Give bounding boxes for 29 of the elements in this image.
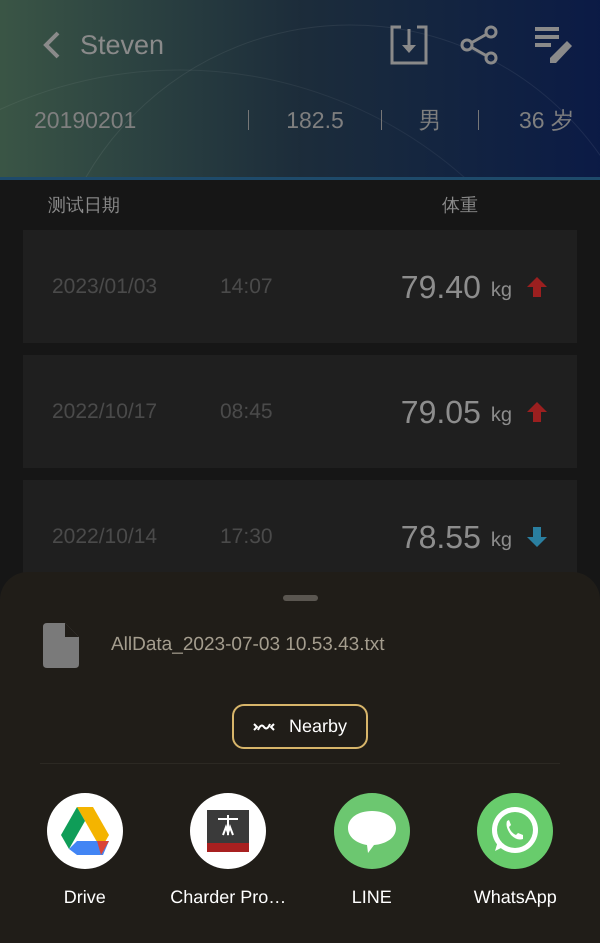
edit-list-icon[interactable] bbox=[534, 25, 574, 65]
drag-handle[interactable] bbox=[282, 595, 318, 601]
scale-app-icon[interactable] bbox=[190, 793, 266, 869]
weight-value: 78.55 bbox=[400, 518, 481, 556]
profile-height: 182.5 bbox=[285, 106, 345, 135]
download-icon[interactable] bbox=[390, 25, 428, 65]
weight-unit: kg bbox=[490, 528, 512, 552]
share-icon[interactable] bbox=[460, 25, 500, 65]
column-header: 测试日期 bbox=[48, 194, 120, 216]
weight-value: 79.05 bbox=[400, 392, 481, 432]
file-name: AllData_2023-07-03 10.53.43.txt bbox=[111, 633, 385, 658]
app-label[interactable]: Charder Pro… bbox=[170, 884, 286, 911]
weight-unit: kg bbox=[490, 402, 512, 428]
weight-unit: kg bbox=[490, 278, 512, 302]
profile-age: 36 岁 bbox=[518, 106, 574, 135]
file-icon bbox=[43, 623, 79, 668]
column-header: 体重 bbox=[442, 194, 478, 216]
triangle-logo-icon[interactable] bbox=[46, 793, 123, 869]
profile-gender: 男 bbox=[418, 106, 442, 135]
profile-name: Steven bbox=[80, 28, 164, 62]
profile-id: 20190201 bbox=[34, 106, 138, 135]
nearby-icon bbox=[252, 720, 275, 732]
nearby-button[interactable]: Nearby bbox=[232, 704, 368, 749]
chat-bubble-icon[interactable] bbox=[334, 793, 410, 869]
app-label[interactable]: WhatsApp bbox=[474, 884, 557, 911]
app-label[interactable]: LINE bbox=[352, 884, 392, 911]
phone-bubble-icon[interactable] bbox=[477, 793, 554, 869]
weight-value: 79.40 bbox=[400, 268, 481, 306]
app-label[interactable]: Drive bbox=[64, 884, 106, 911]
